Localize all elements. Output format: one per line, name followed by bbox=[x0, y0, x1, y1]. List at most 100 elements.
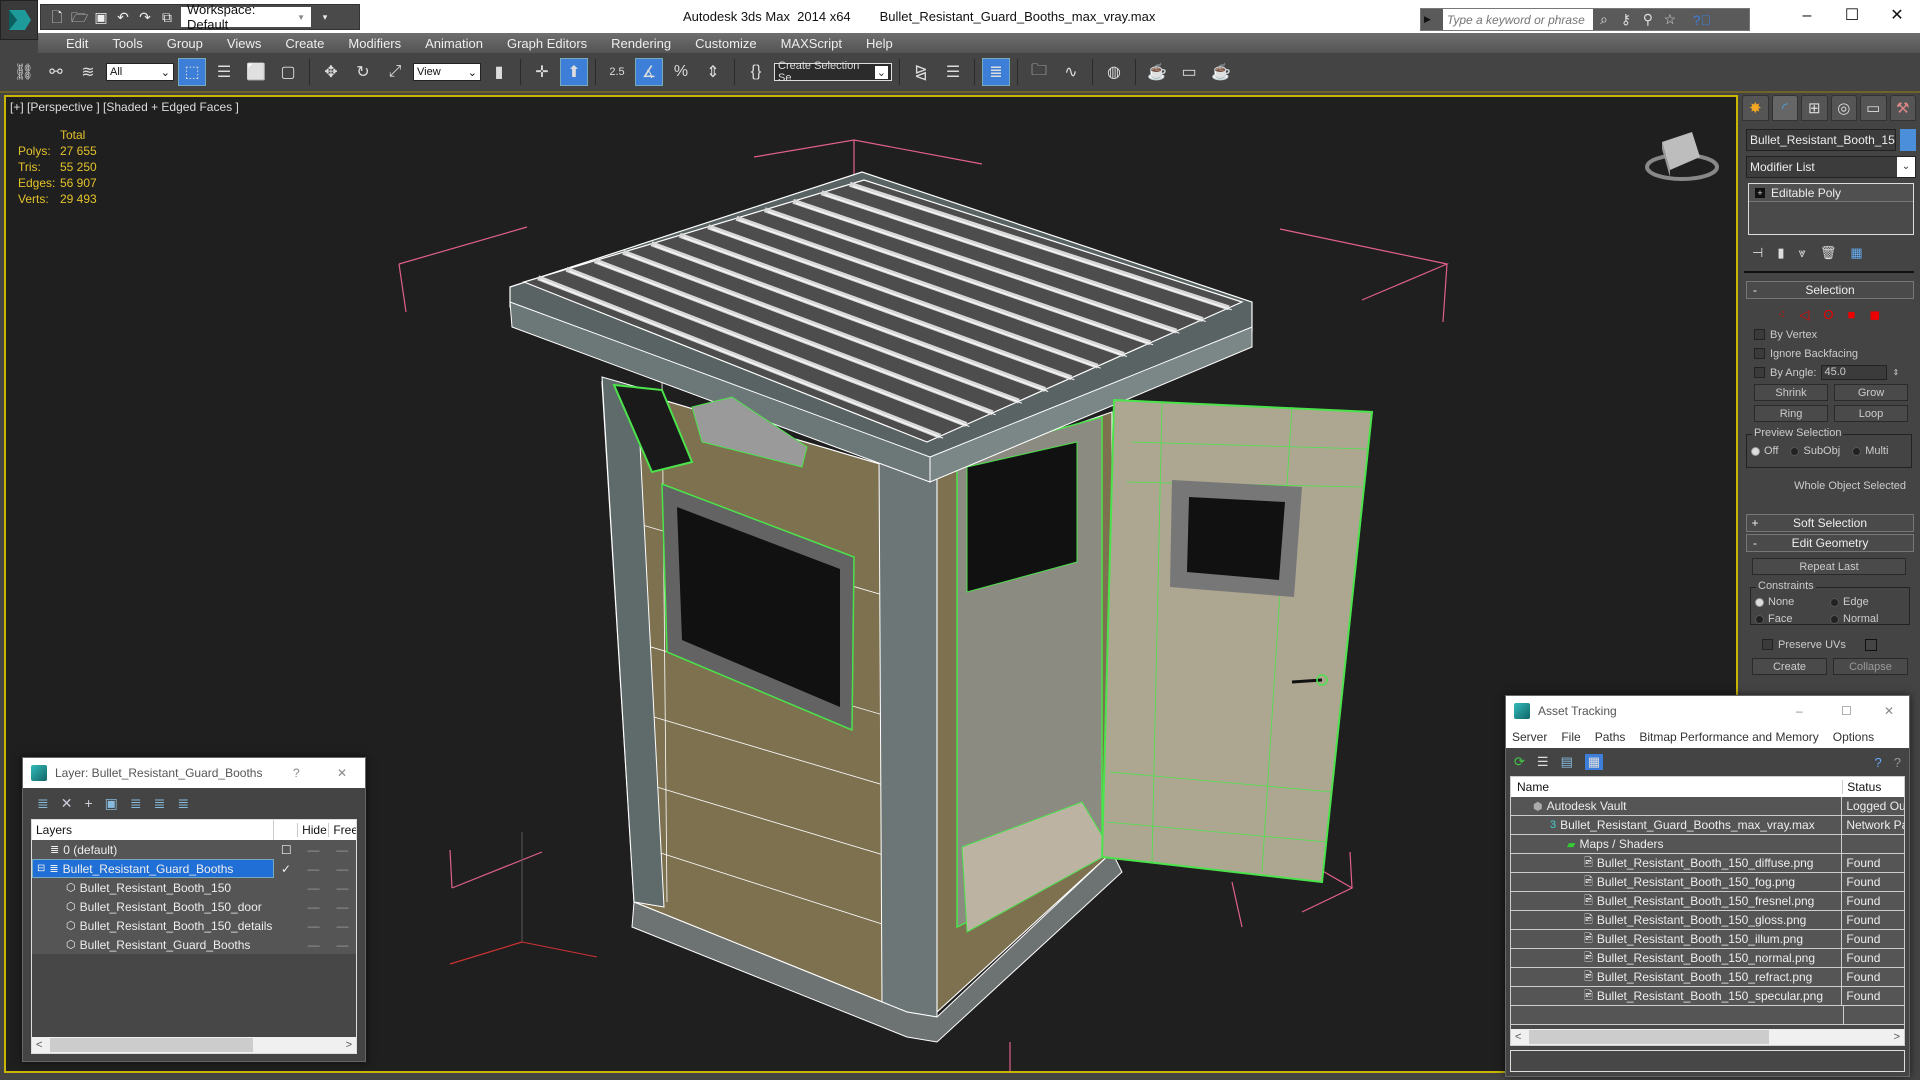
column-current[interactable] bbox=[273, 820, 297, 840]
edit-geometry-rollout-header[interactable]: - Edit Geometry bbox=[1746, 534, 1914, 552]
constraint-edge-radio[interactable]: Edge bbox=[1830, 596, 1905, 608]
freeze-toggle[interactable]: — bbox=[329, 919, 356, 933]
menu-options[interactable]: Options bbox=[1833, 730, 1874, 744]
layer-name-cell[interactable]: ⬡ Bullet_Resistant_Booth_150_door bbox=[32, 897, 275, 916]
ignore-backfacing-checkbox[interactable]: Ignore Backfacing bbox=[1754, 346, 1920, 361]
bind-space-warp-icon[interactable]: ≋ bbox=[74, 58, 102, 86]
preview-subobj-radio[interactable]: SubObj bbox=[1790, 445, 1840, 457]
render-production-icon[interactable]: ☕ bbox=[1207, 58, 1235, 86]
menu-modifiers[interactable]: Modifiers bbox=[336, 36, 413, 51]
percent-snap-icon[interactable]: % bbox=[667, 58, 695, 86]
key-icon[interactable]: ⚷ bbox=[1615, 11, 1637, 28]
checkbox[interactable] bbox=[1754, 367, 1765, 378]
online-help-icon[interactable]: ? bbox=[1875, 755, 1882, 770]
border-icon[interactable]: ʘ bbox=[1823, 307, 1833, 323]
help-icon[interactable]: ?⃝ bbox=[1691, 12, 1713, 28]
select-by-name-icon[interactable]: ☰ bbox=[210, 58, 238, 86]
scrollbar-thumb[interactable] bbox=[1529, 1030, 1769, 1044]
select-objects-icon[interactable]: ▣ bbox=[105, 795, 118, 812]
polygon-icon[interactable]: ■ bbox=[1848, 307, 1856, 323]
maximize-button[interactable]: ☐ bbox=[1832, 4, 1872, 28]
remove-modifier-icon[interactable]: 🗑 bbox=[1820, 245, 1837, 261]
checkbox[interactable] bbox=[1754, 348, 1765, 359]
constraint-face-radio[interactable]: Face bbox=[1755, 613, 1830, 625]
viewport-label[interactable]: [+] [Perspective ] [Shaded + Edged Faces… bbox=[10, 100, 239, 114]
scrollbar-thumb[interactable] bbox=[50, 1038, 253, 1052]
create-tab-icon[interactable]: ✸ bbox=[1742, 95, 1769, 121]
maximize-button[interactable]: ☐ bbox=[1841, 704, 1852, 718]
spinner-snap-icon[interactable]: ⇕ bbox=[699, 58, 727, 86]
search-input[interactable] bbox=[1442, 9, 1593, 30]
asset-path-field[interactable] bbox=[1510, 1050, 1905, 1072]
layer-name-cell[interactable]: ⊟ ≣ Bullet_Resistant_Guard_Booths bbox=[32, 859, 275, 878]
select-layer-icon[interactable]: ≣ bbox=[130, 795, 142, 812]
workspace-dropdown[interactable]: Workspace: Default ▼ bbox=[181, 2, 311, 32]
align-icon[interactable]: ☰ bbox=[939, 58, 967, 86]
collapse-icon[interactable]: ⊟ bbox=[37, 863, 45, 874]
mirror-icon[interactable]: ⧎ bbox=[907, 58, 935, 86]
show-end-result-icon[interactable]: ▮ bbox=[1777, 245, 1784, 261]
menu-bitmap-performance[interactable]: Bitmap Performance and Memory bbox=[1639, 730, 1818, 744]
material-editor-icon[interactable]: ◍ bbox=[1100, 58, 1128, 86]
preview-multi-radio[interactable]: Multi bbox=[1852, 445, 1888, 457]
unlink-icon[interactable]: ⚯ bbox=[42, 58, 70, 86]
constraint-normal-radio[interactable]: Normal bbox=[1830, 613, 1905, 625]
close-button[interactable]: ✕ bbox=[337, 766, 347, 780]
customize-toolbar-icon[interactable]: ▾ bbox=[317, 9, 333, 25]
undo-icon[interactable]: ↶ bbox=[115, 9, 131, 25]
layer-name-cell[interactable]: ≣ 0 (default) bbox=[32, 840, 275, 859]
menu-create[interactable]: Create bbox=[273, 36, 336, 51]
preview-off-radio[interactable]: Off bbox=[1751, 445, 1778, 457]
pin-stack-icon[interactable]: ⊣ bbox=[1752, 245, 1763, 261]
render-setup-icon[interactable]: ☕ bbox=[1143, 58, 1171, 86]
column-name[interactable]: Name bbox=[1511, 780, 1842, 794]
modifier-list-dropdown[interactable]: Modifier List ⌄ bbox=[1746, 156, 1916, 178]
help-icon[interactable]: ? bbox=[1894, 755, 1901, 770]
rendered-frame-window-icon[interactable]: ▭ bbox=[1175, 58, 1203, 86]
pivot-center-icon[interactable]: ▮ bbox=[485, 58, 513, 86]
layer-manager-icon[interactable]: ≣ bbox=[982, 58, 1010, 86]
layer-name-cell[interactable]: ⬡ Bullet_Resistant_Booth_150 bbox=[32, 878, 275, 897]
utilities-tab-icon[interactable]: ⚒ bbox=[1889, 95, 1916, 121]
object-name-field[interactable]: Bullet_Resistant_Booth_150 bbox=[1746, 129, 1896, 151]
edit-named-selection-icon[interactable]: {} bbox=[742, 58, 770, 86]
open-door[interactable] bbox=[1100, 398, 1374, 884]
hide-toggle[interactable]: — bbox=[298, 919, 329, 933]
scroll-right-icon[interactable]: > bbox=[346, 1039, 352, 1051]
hide-toggle[interactable]: — bbox=[298, 900, 329, 914]
named-selection-dropdown[interactable]: Create Selection Se ⌄ bbox=[774, 60, 892, 84]
selection-rollout-header[interactable]: - Selection bbox=[1746, 281, 1914, 299]
new-layer-icon[interactable]: ≣ bbox=[37, 795, 49, 812]
satellite-icon[interactable]: ⚲ bbox=[1637, 11, 1659, 28]
hierarchy-tab-icon[interactable]: ⊞ bbox=[1801, 95, 1828, 121]
link-icon[interactable]: ⛓ bbox=[10, 58, 38, 86]
menu-animation[interactable]: Animation bbox=[413, 36, 495, 51]
rotate-icon[interactable]: ↻ bbox=[349, 58, 377, 86]
refresh-icon[interactable]: ⟳ bbox=[1514, 754, 1525, 770]
star-icon[interactable]: ☆ bbox=[1659, 11, 1681, 28]
column-status[interactable]: Status bbox=[1842, 780, 1904, 794]
asset-tracking-titlebar[interactable]: Asset Tracking – ☐ ✕ bbox=[1506, 696, 1909, 726]
vertex-icon[interactable]: ⁖ bbox=[1778, 307, 1786, 323]
asset-row[interactable]: ▰ Maps / Shaders bbox=[1511, 835, 1904, 854]
asset-horizontal-scrollbar[interactable]: < > bbox=[1511, 1029, 1904, 1045]
selection-filter-dropdown[interactable]: All ⌄ bbox=[106, 63, 174, 81]
preserve-uvs-checkbox[interactable]: Preserve UVs bbox=[1762, 637, 1920, 652]
highlight-layer-icon[interactable]: ≣ bbox=[154, 795, 166, 812]
asset-row[interactable]: 3 Bullet_Resistant_Guard_Booths_max_vray.… bbox=[1511, 816, 1904, 835]
motion-tab-icon[interactable]: ◎ bbox=[1830, 95, 1857, 121]
scale-icon[interactable]: ⤢ bbox=[381, 58, 409, 86]
add-to-layer-icon[interactable]: + bbox=[84, 795, 92, 812]
ring-button[interactable]: Ring bbox=[1754, 405, 1828, 422]
loop-button[interactable]: Loop bbox=[1834, 405, 1908, 422]
layer-row[interactable]: ⬡ Bullet_Resistant_Guard_Booths — — bbox=[32, 935, 356, 954]
make-unique-icon[interactable]: ⩔ bbox=[1798, 245, 1805, 261]
scroll-left-icon[interactable]: < bbox=[1515, 1031, 1521, 1043]
asset-row[interactable]: 🖻 Bullet_Resistant_Booth_150_normal.png Fo… bbox=[1511, 949, 1904, 968]
window-crossing-icon[interactable]: ▢ bbox=[274, 58, 302, 86]
set-current-checkbox[interactable]: ☐ bbox=[275, 843, 299, 857]
freeze-toggle[interactable]: — bbox=[329, 843, 356, 857]
asset-row[interactable]: 🖻 Bullet_Resistant_Booth_150_illum.png Fou… bbox=[1511, 930, 1904, 949]
modify-tab-icon[interactable]: ◜ bbox=[1771, 95, 1798, 121]
rect-selection-icon[interactable]: ⬜ bbox=[242, 58, 270, 86]
